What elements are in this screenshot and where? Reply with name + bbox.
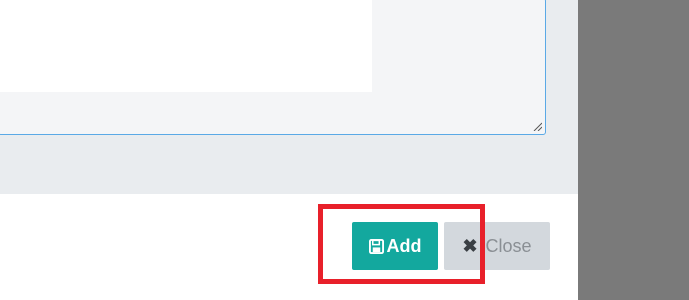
close-button-label: Close: [485, 235, 532, 256]
modal-dialog: Add ✖ Close: [0, 0, 578, 300]
textarea-content: [0, 0, 372, 92]
save-icon: [368, 238, 384, 254]
notes-textarea[interactable]: [0, 0, 546, 135]
add-button-label: Add: [386, 235, 422, 256]
modal-body: [0, 0, 578, 194]
close-icon: ✖: [462, 235, 478, 256]
add-button[interactable]: Add: [352, 222, 438, 270]
modal-backdrop: [578, 0, 689, 300]
close-button[interactable]: ✖ Close: [444, 222, 550, 270]
modal-footer: Add ✖ Close: [0, 194, 578, 300]
resize-handle-icon[interactable]: [532, 121, 542, 131]
